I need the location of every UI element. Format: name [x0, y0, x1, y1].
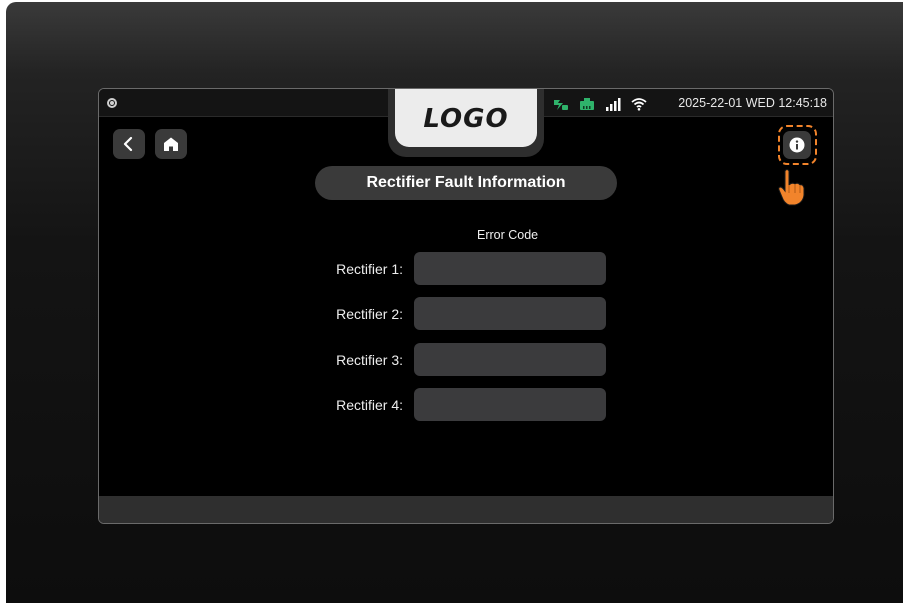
status-icons [553, 96, 647, 112]
charging-icon [554, 100, 568, 110]
error-code-header: Error Code [477, 228, 539, 242]
rectifier-3-error-code[interactable] [414, 343, 606, 376]
rectifier-4-error-code[interactable] [414, 388, 606, 421]
rectifier-3-label: Rectifier 3: [336, 352, 403, 368]
info-button[interactable] [783, 131, 811, 159]
chevron-left-icon [123, 136, 133, 152]
rectifier-4-label: Rectifier 4: [336, 397, 403, 413]
home-icon [164, 137, 178, 151]
status-datetime: 2025-22-01 WED 12:45:18 [678, 96, 827, 110]
logo-tab: LOGO [388, 89, 544, 157]
hand-pointer-icon [778, 169, 805, 206]
ethernet-icon [580, 98, 594, 110]
device-frame: 2025-22-01 WED 12:45:18 LOGO Rectifier F… [6, 2, 903, 603]
wifi-icon [631, 98, 647, 111]
rectifier-2-error-code[interactable] [414, 297, 606, 330]
rectifier-2-label: Rectifier 2: [336, 306, 403, 322]
screen: 2025-22-01 WED 12:45:18 LOGO Rectifier F… [98, 88, 834, 524]
back-button[interactable] [113, 129, 145, 159]
signal-icon [606, 98, 621, 111]
bottom-bar [99, 496, 833, 523]
home-button[interactable] [155, 129, 187, 159]
page-title: Rectifier Fault Information [315, 166, 617, 200]
camera-icon [107, 98, 117, 108]
info-icon [789, 137, 805, 153]
logo: LOGO [395, 89, 537, 147]
rectifier-1-label: Rectifier 1: [336, 261, 403, 277]
rectifier-1-error-code[interactable] [414, 252, 606, 285]
